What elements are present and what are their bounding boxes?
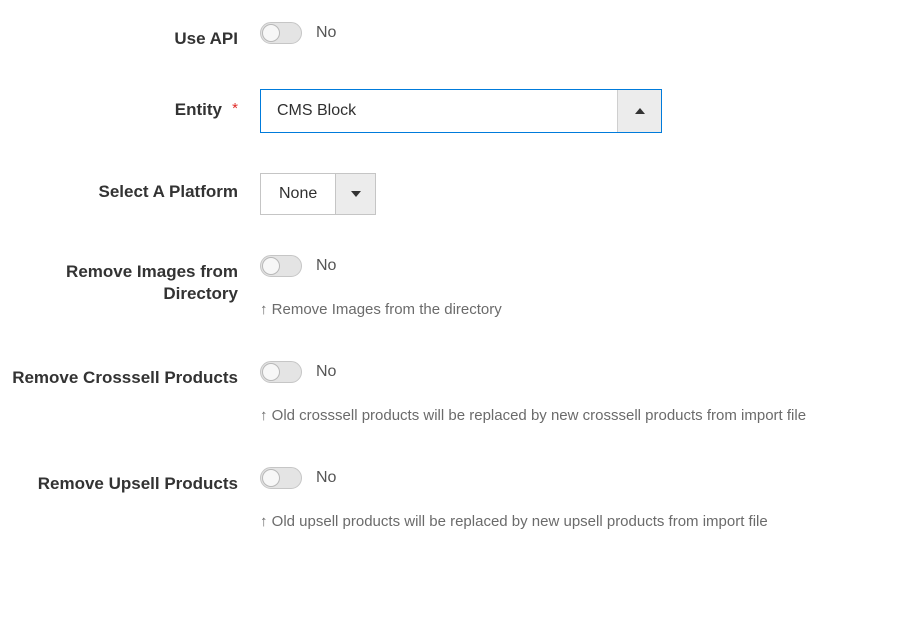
ctrl-col-platform: None xyxy=(260,171,901,215)
remove-crosssell-label: Remove Crosssell Products xyxy=(12,367,238,388)
form-area: Use API No Entity * CMS Block xyxy=(0,0,901,563)
label-col-remove-upsell: Remove Upsell Products xyxy=(0,465,260,494)
remove-upsell-toggle-value: No xyxy=(316,469,336,487)
entity-select[interactable]: CMS Block xyxy=(260,89,662,133)
remove-crosssell-toggle-track[interactable] xyxy=(260,361,302,383)
row-use-api: Use API No xyxy=(0,20,901,49)
remove-images-toggle[interactable]: No xyxy=(260,255,336,277)
entity-select-value[interactable]: CMS Block xyxy=(261,90,617,132)
remove-upsell-toggle-track[interactable] xyxy=(260,467,302,489)
remove-upsell-hint: ↑ Old upsell products will be replaced b… xyxy=(260,511,850,533)
ctrl-col-use-api: No xyxy=(260,20,901,48)
remove-images-toggle-value: No xyxy=(316,257,336,275)
use-api-toggle-track[interactable] xyxy=(260,22,302,44)
use-api-toggle-value: No xyxy=(316,24,336,42)
remove-upsell-label: Remove Upsell Products xyxy=(38,473,238,494)
row-remove-images: Remove Images from Directory No ↑ Remove… xyxy=(0,253,901,321)
remove-crosssell-toggle-knob xyxy=(262,363,280,381)
label-col-platform: Select A Platform xyxy=(0,171,260,202)
label-col-remove-images: Remove Images from Directory xyxy=(0,253,260,304)
remove-images-hint: ↑ Remove Images from the directory xyxy=(260,299,850,321)
ctrl-col-remove-upsell: No ↑ Old upsell products will be replace… xyxy=(260,465,901,533)
remove-crosssell-toggle-value: No xyxy=(316,363,336,381)
row-remove-upsell: Remove Upsell Products No ↑ Old upsell p… xyxy=(0,465,901,533)
use-api-toggle-knob xyxy=(262,24,280,42)
entity-required-asterisk: * xyxy=(232,100,238,117)
chevron-up-icon xyxy=(635,108,645,114)
row-platform: Select A Platform None xyxy=(0,171,901,215)
row-remove-crosssell: Remove Crosssell Products No ↑ Old cross… xyxy=(0,359,901,427)
remove-upsell-toggle-knob xyxy=(262,469,280,487)
ctrl-col-remove-crosssell: No ↑ Old crosssell products will be repl… xyxy=(260,359,901,427)
label-col-use-api: Use API xyxy=(0,20,260,49)
remove-images-toggle-knob xyxy=(262,257,280,275)
remove-images-label: Remove Images from Directory xyxy=(0,261,238,304)
use-api-toggle[interactable]: No xyxy=(260,22,336,44)
remove-images-toggle-track[interactable] xyxy=(260,255,302,277)
label-col-remove-crosssell: Remove Crosssell Products xyxy=(0,359,260,388)
ctrl-col-entity: CMS Block xyxy=(260,87,901,133)
use-api-label: Use API xyxy=(174,28,238,49)
remove-upsell-toggle[interactable]: No xyxy=(260,467,336,489)
platform-select-value[interactable]: None xyxy=(261,174,335,214)
entity-select-toggle[interactable] xyxy=(617,90,661,132)
platform-select-toggle[interactable] xyxy=(335,174,375,214)
remove-crosssell-toggle[interactable]: No xyxy=(260,361,336,383)
platform-label: Select A Platform xyxy=(98,181,238,202)
ctrl-col-remove-images: No ↑ Remove Images from the directory xyxy=(260,253,901,321)
entity-label: Entity xyxy=(175,99,222,120)
label-col-entity: Entity * xyxy=(0,87,260,120)
row-entity: Entity * CMS Block xyxy=(0,87,901,133)
platform-select[interactable]: None xyxy=(260,173,376,215)
chevron-down-icon xyxy=(351,191,361,197)
remove-crosssell-hint: ↑ Old crosssell products will be replace… xyxy=(260,405,850,427)
